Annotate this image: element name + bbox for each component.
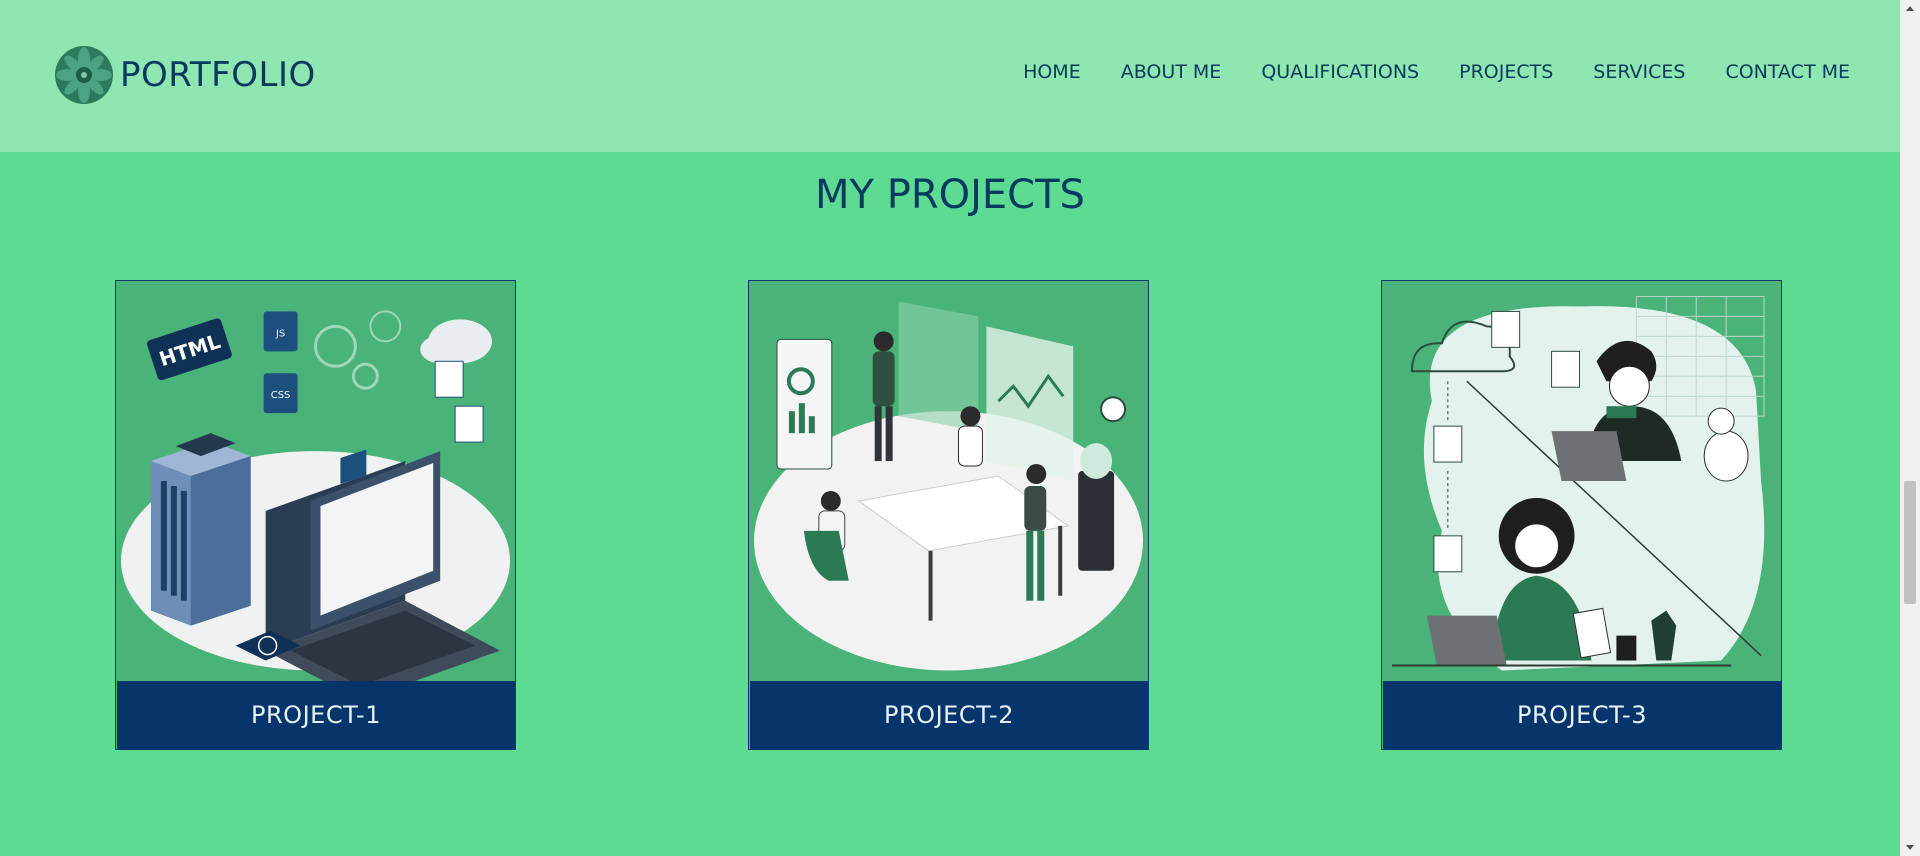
project-label-bar: PROJECT-1 (117, 681, 515, 749)
remote-workers-illustration (1382, 281, 1781, 681)
mandala-logo-icon (55, 46, 113, 104)
project-card-3[interactable]: PROJECT-3 (1381, 280, 1782, 750)
project-card-2[interactable]: PROJECT-2 (748, 280, 1149, 750)
svg-text:CSS: CSS (271, 390, 291, 401)
project-card-1[interactable]: HTML JS CSS PROJECT-1 (115, 280, 516, 750)
nav-qualifications[interactable]: QUALIFICATIONS (1261, 61, 1419, 83)
main-nav: HOME ABOUT ME QUALIFICATIONS PROJECTS SE… (1023, 61, 1850, 83)
web-development-illustration: HTML JS CSS (116, 281, 515, 681)
brand-name: PORTFOLIO (120, 55, 316, 95)
project-title: PROJECT-1 (251, 701, 381, 729)
nav-home[interactable]: HOME (1023, 61, 1081, 83)
nav-contact-me[interactable]: CONTACT ME (1725, 61, 1850, 83)
vertical-scrollbar[interactable] (1900, 0, 1920, 856)
project-title: PROJECT-3 (1517, 701, 1647, 729)
nav-projects[interactable]: PROJECTS (1459, 61, 1553, 83)
brand[interactable]: PORTFOLIO (54, 45, 316, 105)
scrollbar-thumb[interactable] (1904, 481, 1916, 604)
svg-text:JS: JS (275, 328, 285, 339)
nav-about-me[interactable]: ABOUT ME (1121, 61, 1222, 83)
section-title: MY PROJECTS (815, 172, 1085, 218)
nav-services[interactable]: SERVICES (1593, 61, 1685, 83)
project-title: PROJECT-2 (884, 701, 1014, 729)
project-label-bar: PROJECT-2 (750, 681, 1148, 749)
team-meeting-illustration (749, 281, 1148, 681)
site-header: PORTFOLIO HOME ABOUT ME QUALIFICATIONS P… (0, 0, 1900, 152)
scroll-up-arrow-icon[interactable] (1900, 0, 1920, 17)
scroll-down-arrow-icon[interactable] (1900, 839, 1920, 856)
project-label-bar: PROJECT-3 (1383, 681, 1781, 749)
